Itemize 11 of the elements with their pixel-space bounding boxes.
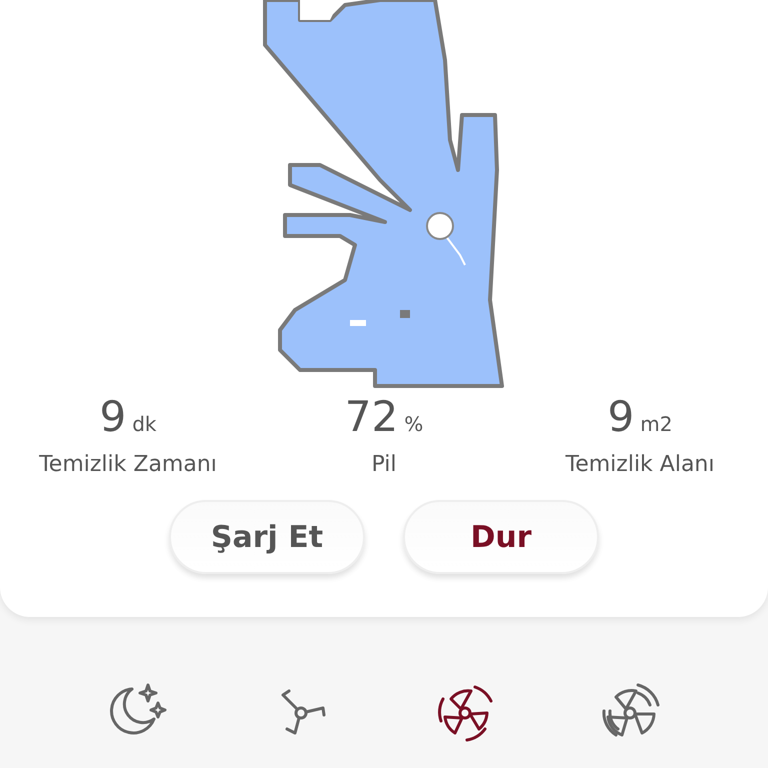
stat-unit: % — [404, 412, 424, 436]
stat-label: Pil — [370, 451, 398, 479]
stop-button[interactable]: Dur — [403, 500, 599, 574]
stat-unit: dk — [132, 412, 156, 436]
stat-label: Temizlik Alanı — [564, 451, 716, 479]
charge-button[interactable]: Şarj Et — [169, 500, 365, 574]
stat-value: 9 — [608, 392, 634, 441]
stat-value: 72 — [344, 392, 398, 441]
stat-unit: m2 — [640, 412, 672, 436]
stat-value: 9 — [99, 392, 126, 441]
stat-label: Temizlik Zamanı — [38, 451, 218, 479]
